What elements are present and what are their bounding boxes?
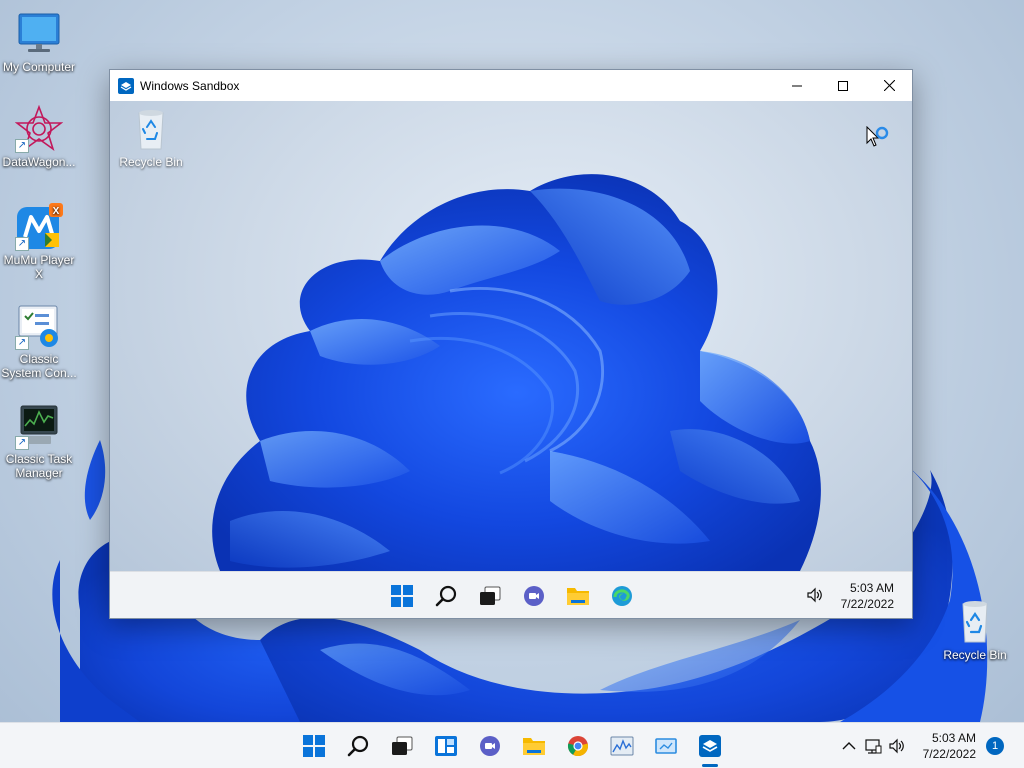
desktop-icon-recycle-bin[interactable]: Recycle Bin — [936, 598, 1014, 662]
file-explorer-button[interactable] — [512, 723, 556, 768]
desktop-icon-label: Recycle Bin — [943, 648, 1007, 662]
chevron-up-icon — [842, 742, 856, 750]
chrome-button[interactable] — [556, 723, 600, 768]
chat-icon — [524, 585, 544, 606]
window-titlebar[interactable]: Windows Sandbox — [110, 70, 912, 101]
guest-task-view-button[interactable] — [468, 572, 512, 618]
desktop-icon-label: Classic System Con... — [1, 352, 77, 380]
windows-sandbox-icon — [118, 77, 134, 94]
file-explorer-icon — [523, 738, 545, 755]
search-button[interactable] — [336, 723, 380, 768]
guest-wallpaper-bloom — [212, 174, 821, 571]
remote-desktop-icon — [655, 738, 677, 754]
desktop-icon-mumu-player[interactable]: X ↗ MuMu Player X — [0, 203, 78, 281]
task-view-button[interactable] — [380, 723, 424, 768]
desktop-icon-label: Recycle Bin — [119, 155, 183, 169]
start-icon — [391, 584, 413, 607]
desktop-icon-my-computer[interactable]: My Computer — [0, 10, 78, 74]
guest-taskbar: 5:03 AM 7/22/2022 — [110, 571, 912, 618]
clock-date: 7/22/2022 — [840, 597, 894, 611]
start-button[interactable] — [292, 723, 336, 768]
desktop-icon-classic-task-manager[interactable]: ↗ Classic Task Manager — [0, 402, 78, 480]
maximize-icon — [838, 80, 848, 91]
svg-text:X: X — [53, 206, 60, 217]
system-tray: 5:03 AM 7/22/2022 1 — [837, 723, 1024, 768]
chat-icon — [480, 736, 500, 756]
shortcut-arrow-icon: ↗ — [15, 139, 29, 153]
edge-icon — [612, 585, 632, 606]
resource-monitor-icon — [610, 736, 634, 756]
desktop-icon-classic-control-panel[interactable]: ↗ Classic System Con... — [0, 302, 78, 380]
sandbox-guest-desktop[interactable]: Recycle Bin 5:03 AM 7/22/2022 — [110, 101, 912, 618]
start-icon — [303, 735, 325, 757]
volume-icon — [889, 738, 904, 754]
recycle-bin-icon — [951, 598, 999, 646]
chat-button[interactable] — [468, 723, 512, 768]
task-manager-icon: ↗ — [15, 402, 63, 450]
volume-icon[interactable] — [806, 586, 824, 604]
close-icon — [883, 80, 895, 91]
chrome-icon — [567, 736, 589, 757]
taskbar: 5:03 AM 7/22/2022 1 — [0, 722, 1024, 768]
desktop-icon-label: DataWagon... — [2, 155, 76, 169]
mumu-player-icon: X ↗ — [15, 203, 63, 251]
clock-date: 7/22/2022 — [922, 747, 976, 761]
windows-sandbox-button[interactable] — [688, 723, 732, 768]
network-icon — [865, 739, 882, 754]
search-icon — [347, 735, 369, 757]
guest-chat-button[interactable] — [512, 572, 556, 618]
minimize-button[interactable] — [774, 70, 820, 101]
minimize-icon — [792, 85, 802, 86]
guest-clock[interactable]: 5:03 AM 7/22/2022 — [841, 580, 894, 612]
network-button[interactable] — [861, 723, 885, 768]
guest-file-explorer-button[interactable] — [556, 572, 600, 618]
widgets-button[interactable] — [424, 723, 468, 768]
shortcut-arrow-icon: ↗ — [15, 336, 29, 350]
control-panel-icon: ↗ — [15, 302, 63, 350]
busy-cursor-icon — [866, 126, 889, 147]
task-view-icon — [392, 736, 413, 755]
guest-start-button[interactable] — [380, 572, 424, 618]
desktop-icon-label: MuMu Player X — [3, 253, 75, 281]
widgets-icon — [435, 736, 457, 756]
taskbar-clock[interactable]: 5:03 AM 7/22/2022 — [923, 730, 976, 762]
file-explorer-icon — [567, 587, 589, 605]
recycle-bin-icon — [131, 109, 171, 151]
active-app-indicator — [702, 764, 718, 767]
clock-time: 5:03 AM — [849, 581, 894, 595]
task-view-icon — [480, 586, 501, 605]
window-title: Windows Sandbox — [140, 78, 240, 93]
windows-sandbox-icon — [699, 735, 721, 757]
remote-desktop-button[interactable] — [644, 723, 688, 768]
resource-monitor-button[interactable] — [600, 723, 644, 768]
volume-button[interactable] — [885, 723, 909, 768]
clock-time: 5:03 AM — [931, 731, 976, 745]
close-button[interactable] — [866, 70, 912, 101]
shortcut-arrow-icon: ↗ — [15, 436, 29, 450]
monitor-icon — [15, 10, 63, 58]
sandbox-window[interactable]: Windows Sandbox Recycle Bin 5:03 AM 7/22… — [109, 69, 913, 619]
notification-badge[interactable]: 1 — [986, 737, 1004, 755]
datawagon-icon: ↗ — [14, 104, 64, 153]
shortcut-arrow-icon: ↗ — [15, 237, 29, 251]
desktop-icon-label: My Computer — [2, 60, 76, 74]
show-hidden-icons-button[interactable] — [837, 723, 861, 768]
desktop-icon-label: Classic Task Manager — [5, 452, 73, 480]
search-icon — [435, 585, 457, 606]
guest-edge-button[interactable] — [600, 572, 644, 618]
guest-desktop-icon-recycle-bin[interactable]: Recycle Bin — [116, 109, 186, 169]
guest-search-button[interactable] — [424, 572, 468, 618]
maximize-button[interactable] — [820, 70, 866, 101]
desktop-icon-datawagon[interactable]: ↗ DataWagon... — [0, 104, 78, 169]
